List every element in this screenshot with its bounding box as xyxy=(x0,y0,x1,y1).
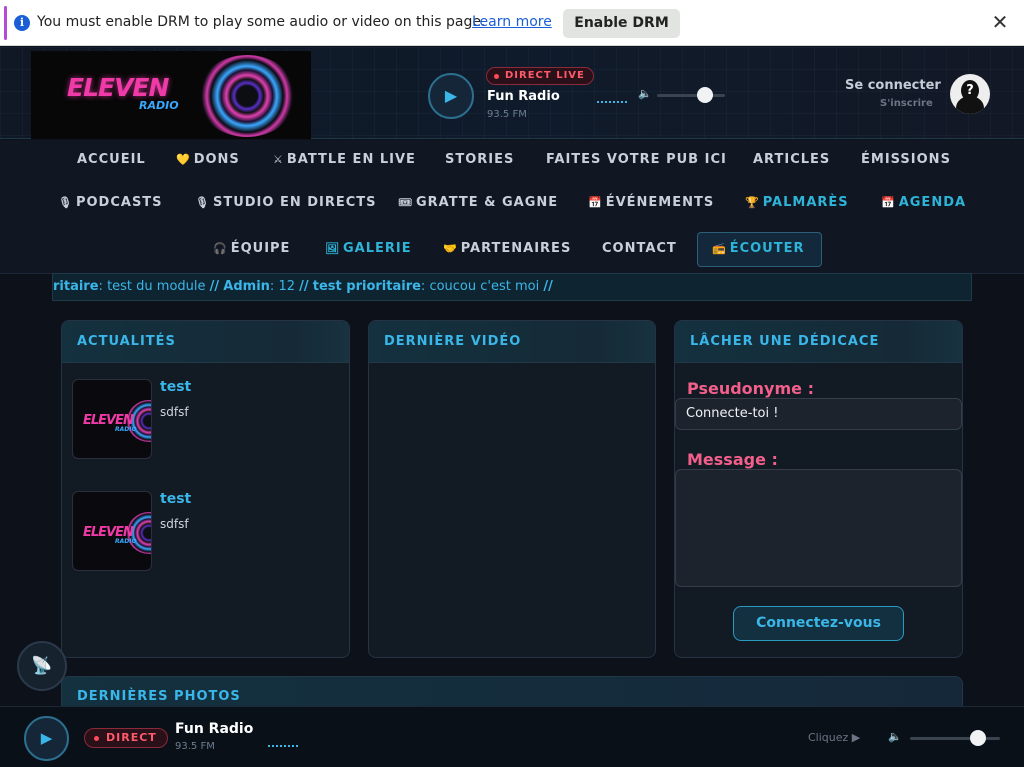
nav-item-stories[interactable]: STORIES xyxy=(445,150,514,170)
header-play-button[interactable]: ▶ xyxy=(428,73,474,119)
news-thumbnail[interactable]: ELEVEN RADIO xyxy=(72,379,152,459)
connect-button[interactable]: Connectez-vous xyxy=(733,606,904,641)
drm-notification-bar: i You must enable DRM to play some audio… xyxy=(0,0,1024,46)
direct-live-badge: DIRECT LIVE xyxy=(486,67,594,85)
ticker-message: test du module xyxy=(107,279,206,294)
logo-radio-text: RADIO xyxy=(139,99,179,112)
ticker-separator: // xyxy=(299,279,309,294)
signup-link[interactable]: S'inscrire xyxy=(880,98,933,109)
player-play-button[interactable]: ▶ xyxy=(24,716,69,761)
drm-accent-stripe xyxy=(4,6,7,40)
direct-badge: DIRECT xyxy=(84,728,168,748)
logo-eleven-text: ELEVEN xyxy=(67,73,169,102)
learn-more-link[interactable]: Learn more xyxy=(472,14,552,30)
pseudo-field[interactable]: Connecte-toi ! xyxy=(675,398,962,430)
nav-item-accueil[interactable]: ACCUEIL xyxy=(77,150,146,170)
enable-drm-button[interactable]: Enable DRM xyxy=(563,9,680,38)
header-volume-knob[interactable] xyxy=(696,87,713,103)
video-panel-title: DERNIÈRE VIDÉO xyxy=(369,321,655,363)
picture-icon: 🖼 xyxy=(325,242,340,255)
ticker-message: coucou c'est moi xyxy=(429,279,540,294)
cliquez-link[interactable]: Cliquez ▶ xyxy=(808,731,860,744)
nav-item-studio[interactable]: 🎙 STUDIO EN DIRECTS xyxy=(195,193,377,213)
news-panel-title: ACTUALITÉS xyxy=(62,321,349,363)
nav-item-battle[interactable]: ⚔ BATTLE EN LIVE xyxy=(273,150,416,170)
ticker-separator: // xyxy=(543,279,553,294)
news-item-title[interactable]: test xyxy=(160,379,191,395)
main-nav: ACCUEIL 💛 DONS ⚔ BATTLE EN LIVE STORIES FA… xyxy=(0,140,1024,274)
nav-item-articles[interactable]: ARTICLES xyxy=(753,150,830,170)
handshake-icon: 🤝 xyxy=(443,242,458,255)
nav-item-agenda[interactable]: 📅 AGENDA xyxy=(881,193,966,213)
radio-icon: 📻 xyxy=(712,242,727,255)
news-panel: ACTUALITÉS ELEVEN RADIO test sdfsf ELEVE… xyxy=(61,320,350,658)
thumb-logo-radio: RADIO xyxy=(115,426,137,433)
nav-item-contact[interactable]: CONTACT xyxy=(602,239,677,259)
avatar[interactable]: ? xyxy=(950,74,990,114)
ticker-separator: // xyxy=(209,279,220,294)
calendar-icon: 📅 xyxy=(881,196,896,209)
header-station-name: Fun Radio xyxy=(487,89,560,104)
trophy-icon: 🏆 xyxy=(745,196,760,209)
header-station-frequency: 93.5 FM xyxy=(487,109,527,120)
nav-item-dons[interactable]: 💛 DONS xyxy=(176,150,240,170)
news-thumbnail[interactable]: ELEVEN RADIO xyxy=(72,491,152,571)
volume-icon[interactable]: 🔈 xyxy=(638,87,652,100)
pseudo-label: Pseudonyme : xyxy=(687,379,814,398)
volume-icon[interactable]: 🔈 xyxy=(888,730,902,743)
site-header: ELEVEN RADIO ▶ DIRECT LIVE Fun Radio 93.… xyxy=(0,47,1024,139)
dedicace-panel: LÂCHER UNE DÉDICACE Pseudonyme : Connect… xyxy=(674,320,963,658)
nav-item-ecouter[interactable]: 📻 ÉCOUTER xyxy=(712,239,805,259)
nav-item-palmares[interactable]: 🏆 PALMARÈS xyxy=(745,193,849,213)
nav-item-emissions[interactable]: ÉMISSIONS xyxy=(861,150,951,170)
nav-item-galerie[interactable]: 🖼 GALERIE xyxy=(325,239,412,259)
headphones-icon: 🎧 xyxy=(213,242,228,255)
ticket-icon: 🎟 xyxy=(398,196,413,209)
audio-wave-indicator xyxy=(597,101,627,103)
ticker-author: ritaire xyxy=(53,279,99,294)
nav-item-podcasts[interactable]: 🎙 PODCASTS xyxy=(58,193,163,213)
ticker-message: 12 xyxy=(278,279,295,294)
logo-speaker-icon xyxy=(197,55,297,137)
news-ticker: ritaire: test du module // Admin: 12 // … xyxy=(52,273,972,301)
news-item-body: sdfsf xyxy=(160,405,189,419)
close-icon[interactable]: ✕ xyxy=(990,11,1010,33)
site-logo[interactable]: ELEVEN RADIO xyxy=(31,51,311,139)
news-item-title[interactable]: test xyxy=(160,491,191,507)
microphone-icon: 🎙 xyxy=(195,196,210,209)
nav-item-gratte[interactable]: 🎟 GRATTE & GAGNE xyxy=(398,193,558,213)
info-icon: i xyxy=(14,15,30,31)
login-link[interactable]: Se connecter xyxy=(845,78,941,93)
satellite-icon[interactable]: 📡 xyxy=(17,641,67,691)
news-item-body: sdfsf xyxy=(160,517,189,531)
player-volume-knob[interactable] xyxy=(969,730,986,746)
dedicace-panel-title: LÂCHER UNE DÉDICACE xyxy=(675,321,962,363)
nav-item-pub[interactable]: FAITES VOTRE PUB ICI xyxy=(546,150,727,170)
video-panel: DERNIÈRE VIDÉO xyxy=(368,320,656,658)
player-volume-slider[interactable] xyxy=(910,737,1000,740)
nav-item-partenaires[interactable]: 🤝 PARTENAIRES xyxy=(443,239,571,259)
player-station-name: Fun Radio xyxy=(175,721,254,737)
nav-item-evenements[interactable]: 📅 ÉVÉNEMENTS xyxy=(588,193,714,213)
audio-wave-indicator xyxy=(268,745,298,747)
swords-icon: ⚔ xyxy=(273,153,284,166)
player-station-frequency: 93.5 FM xyxy=(175,741,215,752)
nav-item-equipe[interactable]: 🎧 ÉQUIPE xyxy=(213,239,290,259)
message-field[interactable] xyxy=(675,469,962,587)
microphone-icon: 🎙 xyxy=(58,196,73,209)
header-volume-slider[interactable] xyxy=(657,94,725,97)
ticker-author: Admin xyxy=(223,279,270,294)
heart-icon: 💛 xyxy=(176,153,191,166)
ticker-author: test prioritaire xyxy=(312,279,421,294)
thumb-logo-radio: RADIO xyxy=(115,538,137,545)
message-label: Message : xyxy=(687,450,778,469)
drm-message: You must enable DRM to play some audio o… xyxy=(37,14,486,30)
avatar-question-icon: ? xyxy=(961,80,979,101)
calendar-icon: 📅 xyxy=(588,196,603,209)
bottom-player: ▶ DIRECT Fun Radio 93.5 FM Cliquez ▶ 🔈 xyxy=(0,706,1024,767)
